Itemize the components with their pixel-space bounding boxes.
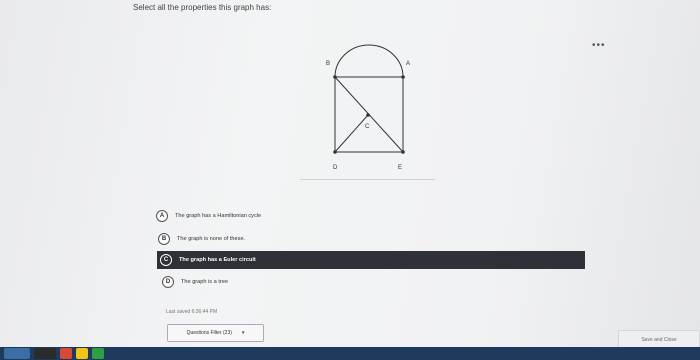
graph-label-c: C [365, 124, 370, 130]
taskbar-app-icon[interactable] [60, 348, 72, 359]
option-b[interactable]: B The graph is none of these. [158, 230, 358, 248]
questions-filter-button[interactable]: Questions Filter (23) ▾ [167, 324, 264, 342]
graph-vertex-d [333, 150, 337, 154]
option-c[interactable]: C The graph has a Euler circuit [157, 251, 585, 269]
option-a[interactable]: A The graph has a Hamiltonian cycle [156, 207, 356, 225]
graph-divider [300, 179, 435, 180]
option-b-radio[interactable]: B [158, 233, 170, 245]
graph-label-a: A [406, 61, 410, 67]
option-c-radio[interactable]: C [160, 254, 172, 266]
last-saved-status: Last saved 6:36:44 PM [166, 309, 218, 315]
more-options-icon[interactable]: ••• [592, 40, 606, 51]
taskbar-app-icon[interactable] [92, 348, 104, 359]
option-b-text: The graph is none of these. [177, 236, 246, 242]
option-d-text: The graph is a tree [181, 279, 228, 285]
graph-vertex-a [401, 75, 405, 79]
graph-vertex-e [401, 150, 405, 154]
graph-edge-arc-b-a [334, 44, 404, 78]
graph-edge-d-c [334, 114, 369, 153]
option-a-radio[interactable]: A [156, 210, 168, 222]
graph-vertex-b [333, 75, 337, 79]
option-c-text: The graph has a Euler circuit [179, 257, 256, 263]
start-button-icon[interactable] [4, 348, 30, 359]
graph-label-b: B [326, 61, 330, 67]
graph-figure: B A C D E [326, 44, 410, 171]
graph-vertex-c [366, 113, 370, 117]
option-d-radio[interactable]: D [162, 276, 174, 288]
taskbar-app-icon[interactable] [34, 348, 56, 359]
quiz-page: Select all the properties this graph has… [0, 0, 700, 360]
taskbar-app-icon[interactable] [76, 348, 88, 359]
os-taskbar [0, 347, 700, 360]
question-prompt: Select all the properties this graph has… [133, 3, 272, 12]
option-a-text: The graph has a Hamiltonian cycle [175, 213, 262, 219]
chevron-down-icon: ▾ [241, 330, 245, 336]
graph-label-d: D [333, 165, 338, 171]
questions-filter-label: Questions Filter (23) [186, 330, 232, 336]
option-d[interactable]: D The graph is a tree [162, 273, 362, 291]
graph-label-e: E [398, 165, 402, 171]
